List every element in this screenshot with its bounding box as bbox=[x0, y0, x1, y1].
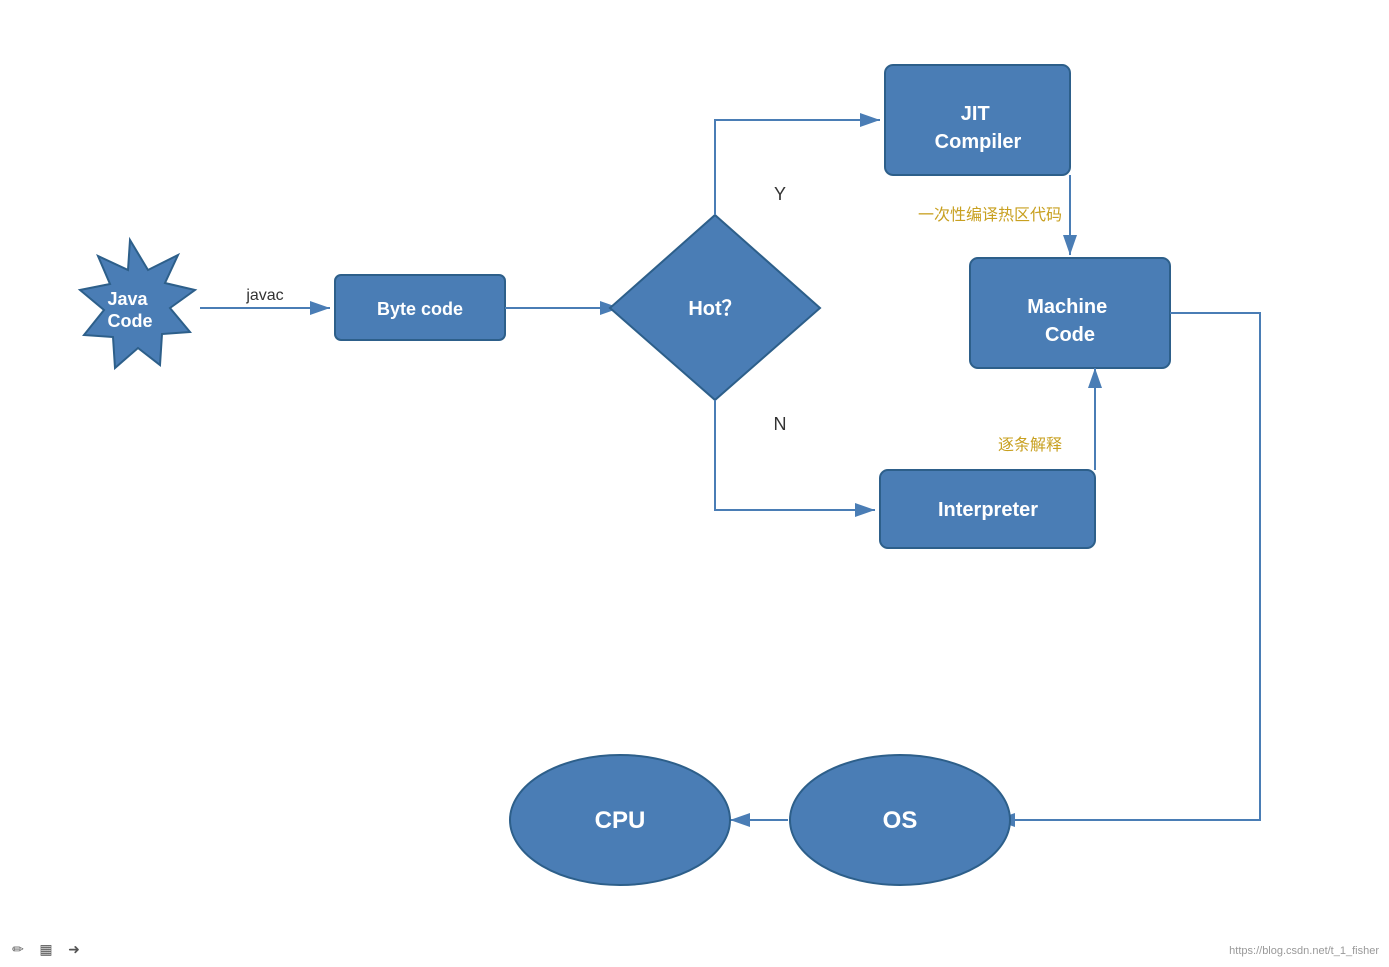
arrow-machine-to-os bbox=[995, 313, 1260, 820]
forward-icon[interactable]: ➜ bbox=[64, 939, 84, 959]
interpreter-label: Interpreter bbox=[938, 499, 1038, 521]
toolbar: ✏ ▦ ➜ bbox=[8, 939, 84, 959]
pencil-icon[interactable]: ✏ bbox=[8, 939, 28, 959]
y-label: Y bbox=[774, 184, 786, 204]
os-label: OS bbox=[883, 807, 918, 834]
byte-code-label: Byte code bbox=[377, 299, 463, 319]
table-icon[interactable]: ▦ bbox=[36, 939, 56, 959]
javac-label: javac bbox=[245, 287, 283, 304]
arrow-hot-to-interpreter bbox=[715, 400, 875, 510]
diagram-svg: Java Code javac Byte code Hot？ Y JIT Com… bbox=[0, 0, 1389, 967]
watermark: https://blog.csdn.net/t_1_fisher bbox=[1229, 945, 1379, 957]
hot-compile-note: 一次性编译热区代码 bbox=[918, 206, 1062, 224]
arrow-hot-to-jit bbox=[715, 120, 880, 215]
diagram-container: Java Code javac Byte code Hot？ Y JIT Com… bbox=[0, 0, 1389, 967]
n-label: N bbox=[774, 414, 787, 434]
interpret-note: 逐条解释 bbox=[998, 436, 1062, 454]
hot-decision-label: Hot？ bbox=[688, 298, 741, 320]
cpu-label: CPU bbox=[595, 807, 646, 834]
